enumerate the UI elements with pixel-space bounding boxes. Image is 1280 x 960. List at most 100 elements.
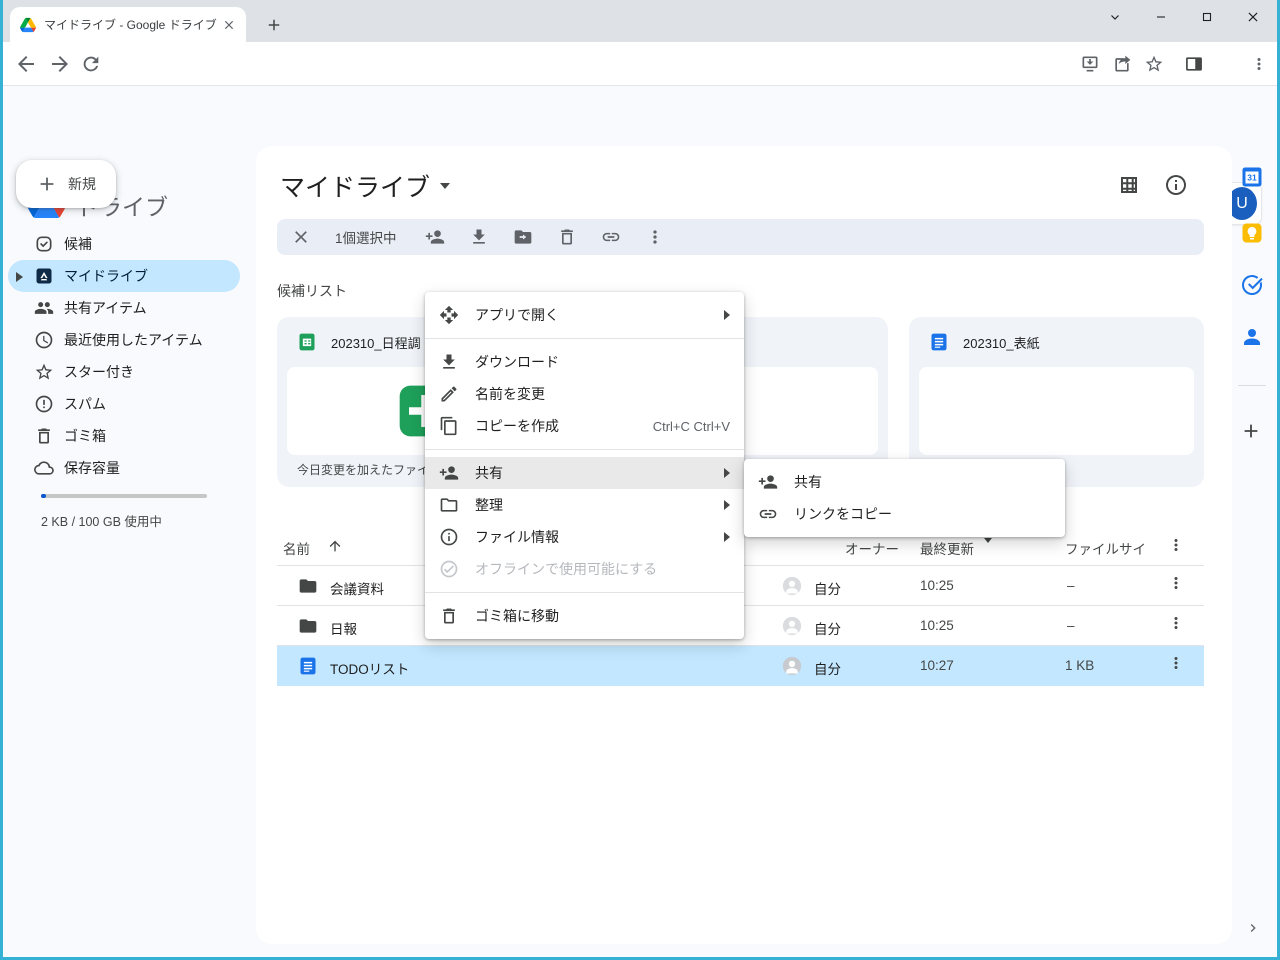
expand-arrow-icon[interactable] <box>16 272 23 282</box>
menu-item-open-with[interactable]: アプリで開く <box>425 299 744 331</box>
plus-icon <box>36 173 58 195</box>
window-menu-chevron-icon[interactable] <box>1092 0 1138 34</box>
table-options-kebab-icon[interactable] <box>1167 536 1185 554</box>
menu-item-rename[interactable]: 名前を変更 <box>425 378 744 410</box>
share-person-add-icon[interactable] <box>425 227 445 247</box>
menu-divider <box>425 449 744 450</box>
browser-tab[interactable]: マイドライブ - Google ドライブ <box>10 7 246 42</box>
page-title-row[interactable]: マイドライブ <box>280 168 450 204</box>
suggestions-check-icon <box>34 234 54 254</box>
more-actions-kebab-icon[interactable] <box>645 227 665 247</box>
window-close-icon[interactable] <box>1230 0 1276 34</box>
docs-file-icon <box>298 656 318 676</box>
browser-menu-kebab-icon[interactable] <box>1250 55 1268 73</box>
row-actions-kebab-icon[interactable] <box>1167 574 1185 592</box>
sidebar-item-starred[interactable]: スター付き <box>8 356 240 388</box>
back-icon[interactable] <box>14 52 38 76</box>
install-app-icon[interactable] <box>1080 54 1100 74</box>
row-actions-kebab-icon[interactable] <box>1167 614 1185 632</box>
keep-notes-icon[interactable] <box>1240 221 1264 245</box>
side-panel-icon[interactable] <box>1184 54 1204 74</box>
forward-icon[interactable] <box>48 52 72 76</box>
column-size[interactable]: ファイルサイ <box>1065 538 1146 558</box>
modified-time: 10:25 <box>920 618 954 633</box>
column-owner[interactable]: オーナー <box>845 538 899 558</box>
modified-time: 10:25 <box>920 578 954 593</box>
offline-pin-icon <box>439 559 459 579</box>
menu-shortcut: Ctrl+C Ctrl+V <box>653 419 730 434</box>
storage-progress-bar <box>41 494 207 498</box>
new-button[interactable]: 新規 <box>16 160 116 208</box>
file-size: – <box>1067 618 1075 633</box>
file-size: – <box>1067 578 1075 593</box>
menu-item-download[interactable]: ダウンロード <box>425 346 744 378</box>
owner-name: 自分 <box>814 658 841 678</box>
sidebar-item-my-drive[interactable]: マイドライブ <box>8 260 240 292</box>
page-title: マイドライブ <box>280 168 430 204</box>
tab-title: マイドライブ - Google ドライブ <box>44 16 222 33</box>
bookmark-star-icon[interactable] <box>1144 54 1164 74</box>
file-size: 1 KB <box>1065 658 1094 673</box>
submenu-arrow-icon <box>724 500 730 510</box>
card-title: 202310_表紙 <box>963 333 1040 352</box>
reload-icon[interactable] <box>80 53 102 75</box>
info-icon <box>439 527 459 547</box>
menu-item-move-to-trash[interactable]: ゴミ箱に移動 <box>425 600 744 632</box>
sidebar-item-suggestions[interactable]: 候補 <box>8 228 240 260</box>
menu-item-share[interactable]: 共有 <box>425 457 744 489</box>
table-row-selected[interactable]: TODOリスト 自分 10:27 1 KB <box>277 646 1204 686</box>
rename-pencil-icon <box>439 384 459 404</box>
new-tab-button[interactable] <box>260 11 288 39</box>
contacts-icon[interactable] <box>1240 325 1264 349</box>
card-title: 202310_日程調 <box>331 333 421 352</box>
storage-progress-fill <box>41 494 46 498</box>
menu-item-make-copy[interactable]: コピーを作成 Ctrl+C Ctrl+V <box>425 410 744 442</box>
download-icon[interactable] <box>469 227 489 247</box>
sidebar-item-trash[interactable]: ゴミ箱 <box>8 420 240 452</box>
row-actions-kebab-icon[interactable] <box>1167 654 1185 672</box>
menu-item-offline: オフラインで使用可能にする <box>425 553 744 585</box>
menu-divider <box>425 592 744 593</box>
details-info-icon[interactable] <box>1164 173 1188 197</box>
folder-icon <box>298 576 318 596</box>
drive-header: ドライブ ドライブで検索 ECCS Cloud Mail Information… <box>0 86 1280 146</box>
window-minimize-icon[interactable] <box>1138 0 1184 34</box>
get-add-ons-plus-icon[interactable] <box>1240 420 1262 442</box>
submenu-item-share[interactable]: 共有 <box>744 466 1065 498</box>
browser-titlebar: マイドライブ - Google ドライブ <box>0 0 1280 42</box>
copy-link-icon <box>758 504 778 524</box>
window-maximize-icon[interactable] <box>1184 0 1230 34</box>
expand-panel-chevron-icon[interactable] <box>1245 920 1261 936</box>
card-footer: 今日変更を加えたファイ <box>297 461 429 478</box>
window-border-left <box>0 0 3 960</box>
menu-divider <box>425 338 744 339</box>
menu-item-organize[interactable]: 整理 <box>425 489 744 521</box>
share-page-icon[interactable] <box>1112 54 1132 74</box>
move-to-folder-icon[interactable] <box>513 227 533 247</box>
rail-divider <box>1238 385 1266 386</box>
calendar-icon[interactable]: 31 <box>1240 165 1264 189</box>
folder-icon <box>298 616 318 636</box>
main-content: マイドライブ 1個選択中 候補リスト 202310_日程調 今 <box>256 146 1232 944</box>
column-name[interactable]: 名前 <box>283 538 310 558</box>
submenu-item-copy-link[interactable]: リンクをコピー <box>744 498 1065 530</box>
copy-icon <box>439 416 459 436</box>
copy-link-icon[interactable] <box>601 227 621 247</box>
file-name: 日報 <box>330 618 357 638</box>
spam-alert-icon <box>34 394 54 414</box>
grid-view-icon[interactable] <box>1117 173 1141 197</box>
sidebar-item-recent[interactable]: 最近使用したアイテム <box>8 324 240 356</box>
sidebar-item-storage[interactable]: 保存容量 <box>8 452 240 484</box>
tasks-icon[interactable] <box>1240 273 1264 297</box>
column-modified[interactable]: 最終更新 <box>920 538 974 558</box>
file-name: TODOリスト <box>330 658 409 678</box>
menu-item-file-info[interactable]: ファイル情報 <box>425 521 744 553</box>
sort-ascending-arrow-icon[interactable] <box>327 538 343 554</box>
share-submenu: 共有 リンクをコピー <box>744 459 1065 537</box>
sidebar-item-spam[interactable]: スパム <box>8 388 240 420</box>
trash-icon[interactable] <box>557 227 577 247</box>
browser-window: マイドライブ - Google ドライブ drive.google.com/dr… <box>0 0 1280 960</box>
sidebar-item-shared[interactable]: 共有アイテム <box>8 292 240 324</box>
tab-close-icon[interactable] <box>222 18 236 32</box>
clear-selection-icon[interactable] <box>291 227 311 247</box>
